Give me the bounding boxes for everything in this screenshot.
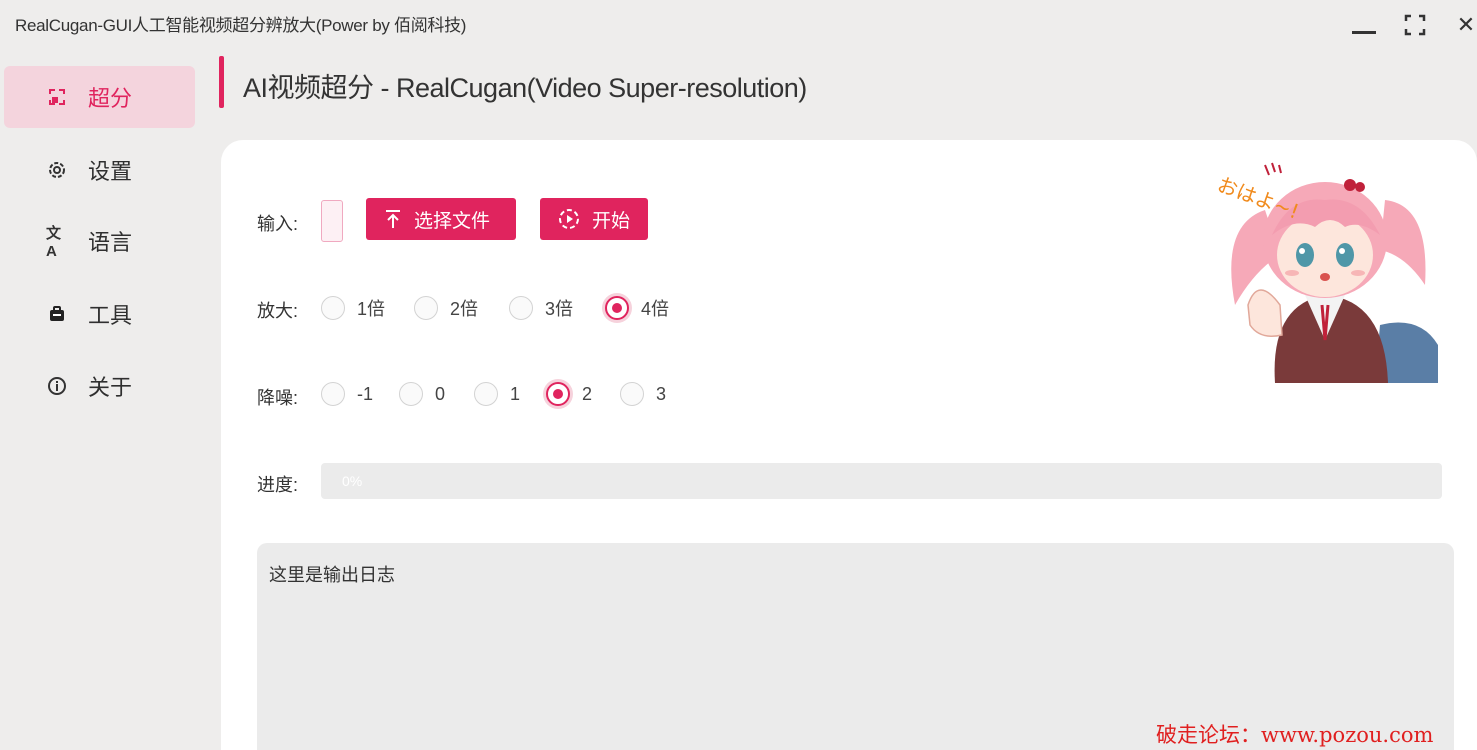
- radio-label: 0: [435, 383, 446, 404]
- scale-option-3x[interactable]: 3倍: [509, 295, 573, 321]
- sidebar-item-label: 设置: [88, 159, 133, 184]
- select-file-label: 选择文件: [414, 210, 491, 232]
- gear-icon: [46, 159, 68, 181]
- denoise-option-1[interactable]: 1: [474, 382, 520, 406]
- log-text: 这里是输出日志: [269, 565, 395, 585]
- title-accent-bar: [219, 56, 224, 108]
- radio-label: -1: [357, 383, 374, 404]
- input-label: 输入:: [257, 214, 299, 234]
- select-file-button[interactable]: 选择文件: [366, 198, 516, 240]
- scale-option-4x[interactable]: 4倍: [605, 295, 669, 321]
- sidebar-item-about[interactable]: 关于: [4, 355, 195, 417]
- radio-dot: [620, 382, 644, 406]
- translate-icon: 文A: [46, 225, 62, 260]
- denoise-option-minus1[interactable]: -1: [321, 382, 373, 406]
- radio-dot: [399, 382, 423, 406]
- scale-label: 放大:: [257, 301, 299, 321]
- title-bar: RealCugan-GUI人工智能视频超分辨放大(Power by 佰阅科技) …: [0, 0, 1477, 44]
- sidebar-item-label: 超分: [88, 86, 133, 111]
- info-icon: [46, 375, 68, 397]
- radio-dot: [509, 296, 533, 320]
- sidebar-item-label: 关于: [88, 375, 133, 400]
- radio-dot: [546, 382, 570, 406]
- start-label: 开始: [592, 210, 631, 232]
- toolbox-icon: [46, 303, 68, 325]
- progress-bar: 0%: [321, 463, 1442, 499]
- radio-label: 2倍: [450, 299, 479, 319]
- radio-label: 1: [510, 383, 521, 404]
- fullscreen-icon[interactable]: [1398, 8, 1432, 42]
- upscale-icon: [46, 86, 68, 108]
- start-button[interactable]: 开始: [540, 198, 648, 240]
- radio-label: 4倍: [641, 299, 670, 319]
- sidebar-item-label: 工具: [88, 303, 133, 328]
- denoise-option-0[interactable]: 0: [399, 382, 445, 406]
- denoise-option-3[interactable]: 3: [620, 382, 666, 406]
- file-input-field[interactable]: [321, 200, 343, 242]
- radio-dot: [414, 296, 438, 320]
- radio-label: 3倍: [545, 299, 574, 319]
- scale-option-2x[interactable]: 2倍: [414, 295, 478, 321]
- close-icon[interactable]: ✕: [1449, 8, 1477, 42]
- scale-option-1x[interactable]: 1倍: [321, 295, 385, 321]
- window-title: RealCugan-GUI人工智能视频超分辨放大(Power by 佰阅科技): [15, 16, 467, 35]
- sidebar-item-upscale[interactable]: 超分: [4, 66, 195, 128]
- sidebar-item-language[interactable]: 文A 语言: [4, 210, 195, 272]
- radio-dot: [605, 296, 629, 320]
- sidebar-item-label: 语言: [88, 230, 133, 255]
- progress-label: 进度:: [257, 475, 299, 495]
- sidebar-item-settings[interactable]: 设置: [4, 139, 195, 201]
- denoise-option-2[interactable]: 2: [546, 382, 592, 406]
- page-title: AI视频超分 - RealCugan(Video Super-resolutio…: [243, 73, 807, 103]
- play-circle-icon: [558, 208, 580, 230]
- radio-label: 1倍: [357, 299, 386, 319]
- radio-dot: [474, 382, 498, 406]
- upload-icon: [384, 209, 402, 229]
- watermark-text: 破走论坛：www.pozou.com: [1156, 723, 1434, 747]
- radio-label: 2: [582, 383, 593, 404]
- anime-mascot-image: おはよ~!: [1214, 162, 1438, 383]
- sidebar-item-tools[interactable]: 工具: [4, 283, 195, 345]
- progress-text: 0%: [342, 473, 363, 489]
- minimize-icon[interactable]: [1347, 8, 1381, 42]
- denoise-label: 降噪:: [257, 388, 299, 408]
- radio-dot: [321, 382, 345, 406]
- radio-label: 3: [656, 383, 667, 404]
- radio-dot: [321, 296, 345, 320]
